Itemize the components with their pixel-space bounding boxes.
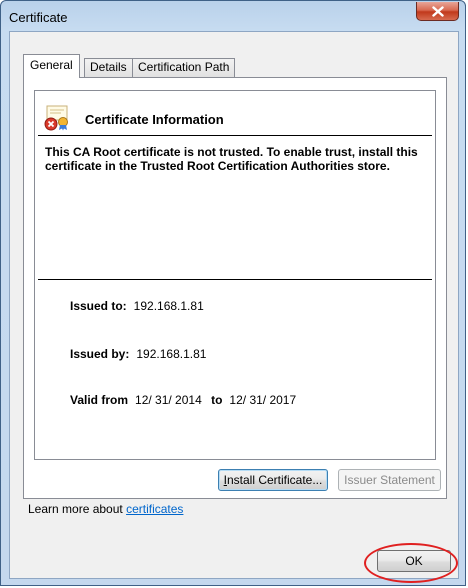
close-button[interactable] bbox=[416, 2, 459, 21]
learn-more-prefix: Learn more about bbox=[28, 502, 123, 516]
valid-from-label: Valid from bbox=[70, 393, 129, 407]
install-certificate-button[interactable]: Install Certificate... bbox=[218, 469, 328, 491]
title-bar[interactable]: Certificate bbox=[1, 1, 465, 31]
issued-to-label: Issued to: bbox=[70, 299, 127, 313]
issued-by-value: 192.168.1.81 bbox=[136, 347, 207, 361]
tab-certification-path[interactable]: Certification Path bbox=[132, 58, 236, 77]
certificate-dialog: Certificate General Details Certificatio… bbox=[0, 0, 466, 586]
ok-button[interactable]: OK bbox=[377, 550, 451, 572]
issued-by-label: Issued by: bbox=[70, 347, 130, 361]
certificate-info-panel: Certificate Information This CA Root cer… bbox=[34, 90, 436, 460]
valid-to-label: to bbox=[211, 393, 223, 407]
certificates-link[interactable]: certificates bbox=[126, 502, 183, 516]
tab-details[interactable]: Details bbox=[84, 58, 133, 77]
issuer-statement-button[interactable]: Issuer Statement bbox=[338, 469, 441, 491]
issued-by-row: Issued by: 192.168.1.81 bbox=[70, 347, 206, 361]
details-divider bbox=[38, 279, 432, 280]
dialog-client-area: General Details Certification Path Certi… bbox=[9, 31, 459, 579]
valid-to-value: 12/ 31/ 2017 bbox=[229, 393, 297, 407]
install-certificate-label: nstall Certificate... bbox=[226, 473, 323, 487]
trust-warning-text: This CA Root certificate is not trusted.… bbox=[45, 145, 418, 173]
tab-general[interactable]: General bbox=[23, 54, 80, 78]
general-tab-page: Certificate Information This CA Root cer… bbox=[23, 77, 447, 499]
issued-to-value: 192.168.1.81 bbox=[133, 299, 204, 313]
close-icon bbox=[431, 5, 444, 17]
certificate-info-heading: Certificate Information bbox=[85, 112, 224, 127]
heading-divider bbox=[38, 135, 432, 136]
learn-more-text: Learn more about certificates bbox=[28, 502, 183, 516]
certificate-untrusted-icon bbox=[44, 105, 68, 131]
valid-from-value: 12/ 31/ 2014 bbox=[135, 393, 202, 407]
issued-to-row: Issued to: 192.168.1.81 bbox=[70, 299, 204, 313]
validity-row: Valid from 12/ 31/ 2014 to 12/ 31/ 2017 bbox=[70, 393, 296, 407]
window-title: Certificate bbox=[9, 10, 68, 25]
